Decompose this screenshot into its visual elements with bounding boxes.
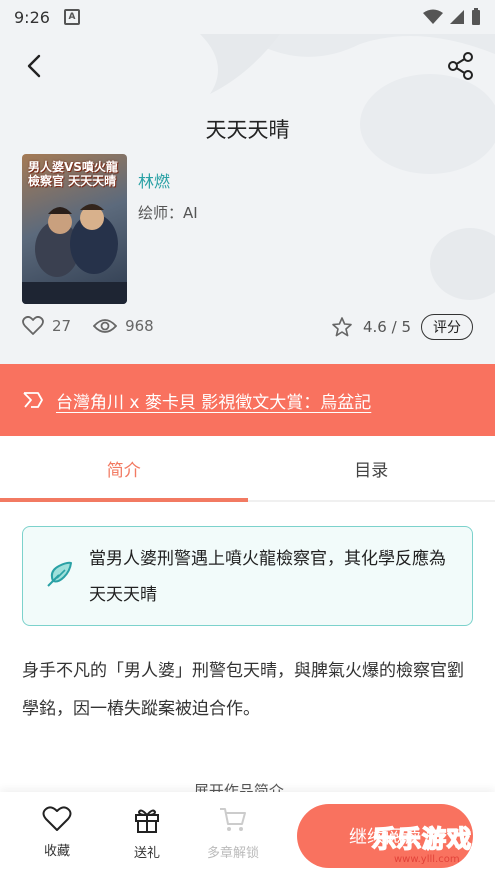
content-tabs: 简介 目录 bbox=[0, 436, 495, 502]
status-icons bbox=[423, 8, 481, 26]
back-button[interactable] bbox=[14, 48, 54, 84]
book-stats: 27 968 bbox=[22, 316, 176, 336]
notification-icon: A bbox=[63, 9, 80, 25]
likes-stat[interactable]: 27 bbox=[22, 316, 71, 336]
illustrator-label: 绘师：AI bbox=[138, 204, 198, 222]
heart-icon bbox=[42, 806, 72, 831]
cover-title-text: 男人婆VS噴火龍檢察官 天天天晴 bbox=[28, 160, 118, 188]
feather-icon bbox=[47, 561, 72, 587]
rating-score: 4.6 / 5 bbox=[363, 318, 411, 336]
battery-icon bbox=[472, 8, 480, 25]
status-time: 9:26 bbox=[14, 7, 50, 27]
favorite-button[interactable]: 收藏 bbox=[42, 806, 72, 859]
tab-intro[interactable]: 简介 bbox=[0, 436, 248, 502]
views-count: 968 bbox=[125, 317, 154, 335]
rate-button[interactable]: 评分 bbox=[421, 314, 473, 340]
status-bar: 9:26 A bbox=[0, 0, 495, 34]
gift-label: 送礼 bbox=[133, 846, 160, 861]
views-stat: 968 bbox=[93, 317, 154, 335]
bottom-action-bar: 收藏 送礼 多章解锁 继续阅读 bbox=[0, 792, 495, 881]
chevron-left-icon bbox=[27, 54, 41, 78]
tab-catalog[interactable]: 目录 bbox=[248, 436, 495, 500]
share-icon bbox=[448, 52, 473, 80]
share-button[interactable] bbox=[441, 46, 481, 86]
wifi-icon bbox=[423, 9, 443, 24]
gift-icon bbox=[135, 809, 159, 833]
rating-group: 4.6 / 5 评分 bbox=[331, 314, 473, 340]
bulk-unlock-label: 多章解锁 bbox=[207, 846, 260, 861]
banner-text: 台灣角川 x 麥卡貝 影視徵文大賞：烏盆記 bbox=[56, 392, 372, 413]
gift-button[interactable]: 送礼 bbox=[133, 806, 161, 861]
tag-icon bbox=[23, 392, 43, 408]
book-title: 天天天晴 bbox=[205, 118, 290, 142]
book-description: 身手不凡的「男人婆」刑警包天晴，與脾氣火爆的檢察官劉學銘，因一樁失蹤案被迫合作。 bbox=[22, 661, 464, 719]
signal-icon bbox=[450, 10, 464, 24]
campaign-banner[interactable]: 台灣角川 x 麥卡貝 影視徵文大賞：烏盆記 bbox=[0, 364, 495, 436]
summary-box: 當男人婆刑警遇上噴火龍檢察官，其化學反應為天天天晴 bbox=[22, 526, 473, 626]
likes-count: 27 bbox=[52, 317, 72, 335]
heart-icon bbox=[22, 316, 44, 335]
book-header: 天天天晴 男人婆VS噴火龍檢察官 天天天晴 林燃 绘师：AI 27 968 4.… bbox=[0, 34, 495, 364]
continue-reading-button[interactable]: 继续阅读 bbox=[297, 804, 473, 868]
favorite-label: 收藏 bbox=[43, 844, 70, 859]
book-cover[interactable]: 男人婆VS噴火龍檢察官 天天天晴 bbox=[22, 154, 127, 304]
star-icon bbox=[332, 317, 352, 337]
eye-icon bbox=[93, 319, 118, 333]
author-link[interactable]: 林燃 bbox=[138, 168, 170, 192]
cart-icon bbox=[220, 808, 246, 831]
summary-text: 當男人婆刑警遇上噴火龍檢察官，其化學反應為天天天晴 bbox=[89, 549, 446, 605]
bulk-unlock-button[interactable]: 多章解锁 bbox=[207, 806, 259, 861]
